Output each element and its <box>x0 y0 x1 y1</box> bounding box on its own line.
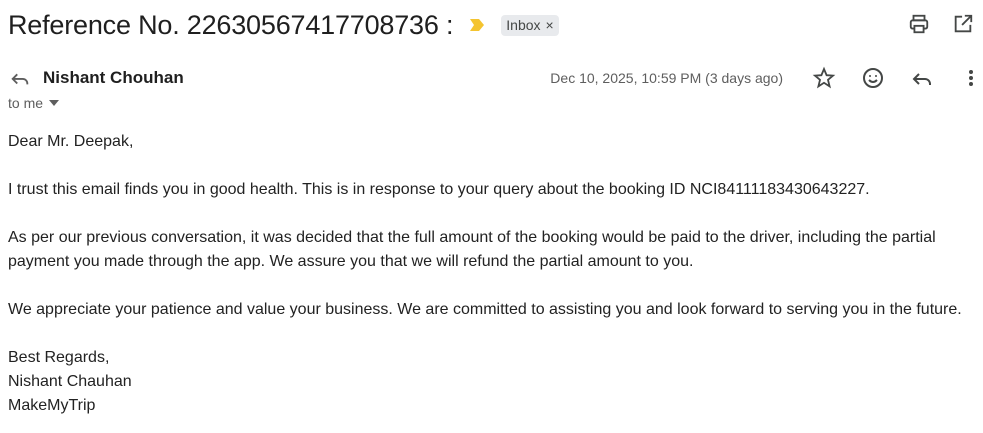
emoji-reaction-icon[interactable] <box>861 66 885 90</box>
sender-name[interactable]: Nishant Chouhan <box>43 68 184 88</box>
body-paragraph-1: I trust this email finds you in good hea… <box>8 181 870 198</box>
print-icon[interactable] <box>907 12 931 36</box>
recipient-details-toggle[interactable]: to me <box>8 95 60 111</box>
importance-marker-icon[interactable] <box>469 17 485 33</box>
recipient-label: to me <box>8 95 44 111</box>
signature-company: MakeMyTrip <box>8 397 96 414</box>
more-vertical-icon[interactable] <box>959 66 983 90</box>
signature-name: Nishant Chauhan <box>8 373 132 390</box>
closing: Best Regards, <box>8 349 110 366</box>
open-in-new-window-icon[interactable] <box>951 12 975 36</box>
sender-row: Nishant Chouhan Dec 10, 2025, 10:59 PM (… <box>8 66 983 92</box>
greeting: Dear Mr. Deepak, <box>8 133 134 150</box>
inbox-label-chip: Inbox × <box>501 14 559 36</box>
inbox-label-text: Inbox <box>506 16 541 33</box>
star-icon[interactable] <box>812 66 836 90</box>
subject-row: Reference No. 22630567417708736 : Inbox … <box>8 4 975 46</box>
message-actions <box>787 66 983 90</box>
email-subject: Reference No. 22630567417708736 : <box>8 9 454 40</box>
reply-arrow-icon <box>8 67 32 94</box>
top-actions <box>907 12 975 36</box>
email-body: Dear Mr. Deepak, I trust this email find… <box>8 130 983 418</box>
body-paragraph-2: As per our previous conversation, it was… <box>8 229 936 270</box>
remove-label-button[interactable]: × <box>546 18 554 32</box>
reply-icon[interactable] <box>910 66 934 90</box>
email-date: Dec 10, 2025, 10:59 PM (3 days ago) <box>550 70 783 86</box>
body-paragraph-3: We appreciate your patience and value yo… <box>8 301 962 318</box>
dropdown-arrow-icon <box>49 95 60 111</box>
